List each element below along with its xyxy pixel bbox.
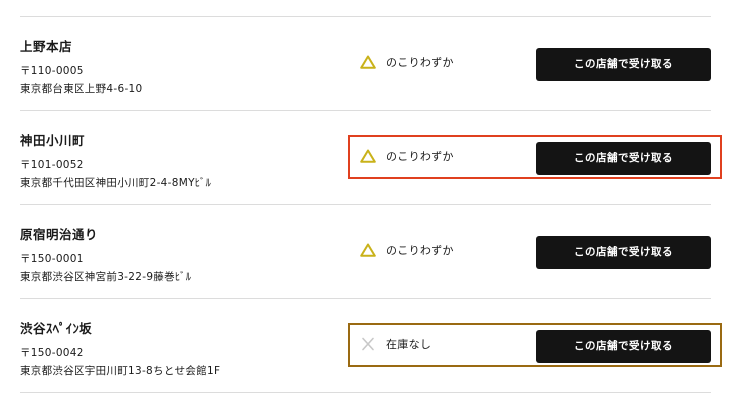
pickup-at-store-button[interactable]: この店舗で受け取る [536, 236, 711, 269]
stock-status-text: のこりわずか [386, 56, 454, 69]
store-address: 東京都渋谷区宇田川町13-8ちとせ会館1F [20, 365, 221, 377]
pickup-at-store-button[interactable]: この店舗で受け取る [536, 48, 711, 81]
store-row: 原宿明治通り 〒150-0001 東京都渋谷区神宮前3-22-9藤巻ﾋﾞﾙ のこ… [20, 205, 711, 299]
store-postal-code: 〒150-0001 [20, 253, 84, 265]
pickup-at-store-button[interactable]: この店舗で受け取る [536, 142, 711, 175]
store-postal-code: 〒101-0052 [20, 159, 84, 171]
store-list: 上野本店 〒110-0005 東京都台東区上野4-6-10 のこりわずか この店… [20, 16, 722, 393]
stock-status-text: のこりわずか [386, 244, 454, 257]
stock-status-text: のこりわずか [386, 150, 454, 163]
warning-triangle-icon [360, 148, 376, 163]
store-name: 渋谷ｽﾍﾟｲﾝ坂 [20, 321, 93, 336]
store-name: 神田小川町 [20, 133, 86, 148]
store-postal-code: 〒150-0042 [20, 347, 84, 359]
store-row: 上野本店 〒110-0005 東京都台東区上野4-6-10 のこりわずか この店… [20, 17, 711, 111]
cross-icon [360, 336, 376, 351]
store-row: 渋谷ｽﾍﾟｲﾝ坂 〒150-0042 東京都渋谷区宇田川町13-8ちとせ会館1F… [20, 299, 722, 393]
stock-status-text: 在庫なし [386, 338, 432, 351]
pickup-at-store-button[interactable]: この店舗で受け取る [536, 330, 711, 363]
store-name: 原宿明治通り [20, 227, 99, 242]
store-name: 上野本店 [20, 39, 73, 54]
store-address: 東京都千代田区神田小川町2-4-8MYﾋﾞﾙ [20, 177, 212, 189]
store-row: 神田小川町 〒101-0052 東京都千代田区神田小川町2-4-8MYﾋﾞﾙ の… [20, 111, 722, 205]
warning-triangle-icon [360, 242, 376, 257]
store-postal-code: 〒110-0005 [20, 65, 84, 77]
warning-triangle-icon [360, 54, 376, 69]
store-address: 東京都渋谷区神宮前3-22-9藤巻ﾋﾞﾙ [20, 271, 192, 283]
store-address: 東京都台東区上野4-6-10 [20, 83, 143, 95]
